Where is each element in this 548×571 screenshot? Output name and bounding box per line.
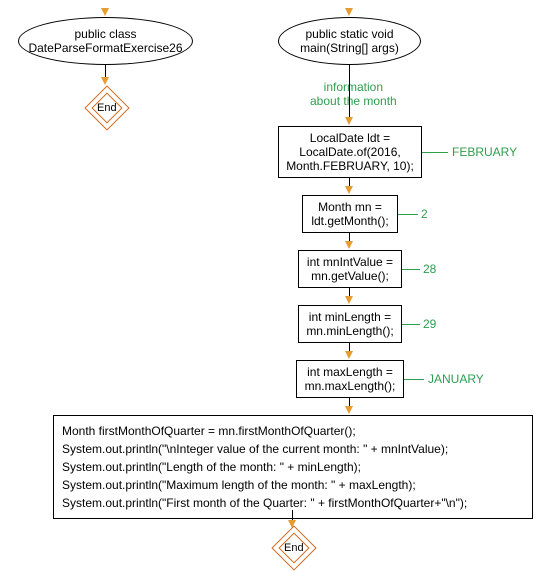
ann-28: 28: [423, 262, 436, 276]
stmt-getmonth-box: Month mn = ldt.getMonth();: [302, 195, 398, 233]
main-ellipse: public static void main(String[] args): [278, 17, 421, 65]
big-l5: System.out.println("First month of the Q…: [62, 494, 524, 512]
end-node-right: End: [271, 525, 316, 570]
stmt-getvalue-box: int mnIntValue = mn.getValue();: [298, 250, 402, 288]
end-node-left: End: [84, 85, 129, 130]
conn-2: [398, 214, 418, 215]
arrow-main-s1: [345, 117, 353, 125]
stmt-maxlength-text: int maxLength = mn.maxLength();: [305, 365, 396, 393]
stmt-output-box: Month firstMonthOfQuarter = mn.firstMont…: [53, 415, 533, 519]
class-ellipse: public class DateParseFormatExercise26: [18, 17, 193, 65]
ann-29: 29: [423, 317, 436, 331]
arrow-s3-s4: [345, 296, 353, 304]
stmt-getmonth-text: Month mn = ldt.getMonth();: [311, 200, 388, 228]
stmt-maxlength-box: int maxLength = mn.maxLength();: [296, 360, 404, 398]
stmt-getvalue-text: int mnIntValue = mn.getValue();: [307, 255, 393, 283]
stmt-localdate-box: LocalDate ldt = LocalDate.of(2016, Month…: [278, 126, 422, 178]
class-ellipse-text: public class DateParseFormatExercise26: [28, 27, 182, 55]
ann-2: 2: [421, 207, 428, 221]
arrow-into-class: [101, 8, 109, 16]
edge-main-s1: [349, 65, 350, 119]
arrow-class-end: [101, 77, 109, 85]
stmt-minlength-box: int minLength = mn.minLength();: [298, 305, 402, 343]
big-l4: System.out.println("Maximum length of th…: [62, 476, 524, 494]
arrow-s5-s6: [345, 406, 353, 414]
conn-feb: [422, 152, 448, 153]
arrow-s2-s3: [345, 241, 353, 249]
ann-feb: FEBRUARY: [452, 145, 517, 159]
conn-jan: [404, 379, 424, 380]
arrow-into-main: [345, 8, 353, 16]
conn-28: [402, 269, 420, 270]
stmt-minlength-text: int minLength = mn.minLength();: [306, 310, 393, 338]
end-label-left: End: [97, 102, 117, 114]
big-l2: System.out.println("\nInteger value of t…: [62, 440, 524, 458]
info-annotation: information about the month: [310, 80, 397, 108]
big-l3: System.out.println("Length of the month:…: [62, 458, 524, 476]
stmt-localdate-text: LocalDate ldt = LocalDate.of(2016, Month…: [286, 131, 414, 173]
ann-jan: JANUARY: [428, 372, 484, 386]
arrow-s4-s5: [345, 351, 353, 359]
big-l1: Month firstMonthOfQuarter = mn.firstMont…: [62, 422, 524, 440]
arrow-s1-s2: [345, 186, 353, 194]
end-label-right: End: [284, 542, 304, 554]
main-ellipse-text: public static void main(String[] args): [300, 27, 399, 55]
conn-29: [402, 324, 420, 325]
